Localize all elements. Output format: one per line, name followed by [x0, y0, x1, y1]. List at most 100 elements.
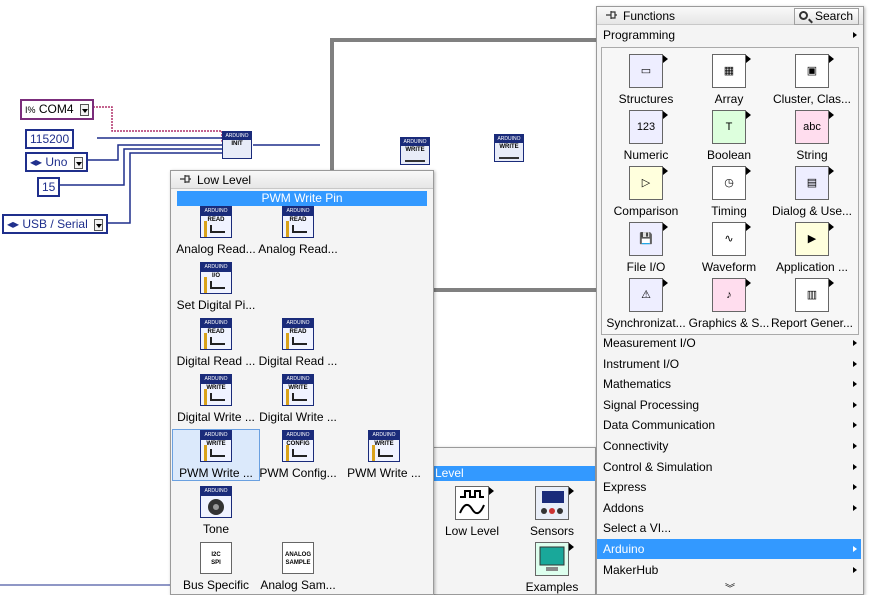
palette-item-low-level[interactable]: Low Level — [429, 486, 515, 538]
chevron-right-icon — [853, 484, 857, 491]
search-button[interactable]: Search — [793, 8, 859, 25]
functions-palette-header: Functions Search — [597, 7, 863, 25]
low-level-item-label: Digital Read ... — [176, 354, 256, 368]
pwm-write-vi[interactable]: ARDUINO WRITE — [400, 137, 430, 165]
low-level-item[interactable]: ARDUINO WRITE Digital Write ... — [173, 374, 259, 424]
function-tile[interactable]: ▤ Dialog & Use... — [769, 166, 855, 218]
pwm-write-vi-label: WRITE — [405, 147, 425, 153]
low-level-item[interactable]: ARDUINO WRITE Digital Write ... — [255, 374, 341, 424]
connection-type-value: USB / Serial — [22, 217, 88, 231]
menu-item-select-a-vi[interactable]: Select a VI... — [597, 518, 861, 538]
structures-icon: ▭ — [629, 54, 668, 88]
sensors-icon — [535, 486, 574, 520]
low-level-item[interactable]: ARDUINO WRITE PWM Write ... — [341, 430, 427, 480]
palette-item-examples[interactable]: Examples — [509, 542, 595, 594]
menu-item-makerhub[interactable]: MakerHub — [597, 560, 861, 580]
menu-item-signal-processing[interactable]: Signal Processing — [597, 395, 861, 415]
low-level-item[interactable]: ARDUINO Tone — [173, 486, 259, 536]
function-tile[interactable]: 123 Numeric — [603, 110, 689, 162]
submenu-arrow-icon — [663, 167, 668, 175]
chevron-right-icon — [853, 504, 857, 511]
function-tile[interactable]: T Boolean — [686, 110, 772, 162]
menu-item-label: Measurement I/O — [603, 336, 696, 350]
menu-item-connectivity[interactable]: Connectivity — [597, 436, 861, 456]
low-level-item[interactable]: I2C SPI Bus Specific — [173, 542, 259, 592]
function-tile[interactable]: ◷ Timing — [686, 166, 772, 218]
tone-speaker-icon: ARDUINO — [200, 486, 232, 518]
menu-item-data-communication[interactable]: Data Communication — [597, 415, 861, 435]
more-chevron-icon[interactable]: ︾ — [597, 580, 863, 595]
bytes-per-packet-control[interactable]: 15 — [37, 177, 61, 197]
numeric-icon: 123 — [629, 110, 668, 144]
menu-item-measurement-i-o[interactable]: Measurement I/O — [597, 333, 861, 353]
chevron-down-icon[interactable] — [79, 103, 89, 116]
function-tile[interactable]: ▶ Application ... — [769, 222, 855, 274]
low-level-palette-title: Low Level — [197, 173, 252, 187]
function-tile[interactable]: ▥ Report Gener... — [769, 278, 855, 330]
low-level-item[interactable]: ARDUINO READ Digital Read ... — [173, 318, 259, 368]
low-level-item[interactable]: ARDUINO READ Analog Read... — [173, 206, 259, 256]
chevron-down-icon[interactable] — [94, 218, 104, 231]
category-label: Programming — [603, 28, 676, 42]
thumbtack-icon[interactable] — [605, 10, 618, 21]
menu-item-label: Arduino — [603, 542, 645, 556]
init-vi[interactable]: ARDUINO INIT — [222, 131, 252, 159]
write-vi-icon: ARDUINO WRITE — [200, 374, 232, 406]
chevron-down-icon[interactable] — [73, 156, 83, 169]
low-level-item[interactable]: ARDUINO READ Digital Read ... — [255, 318, 341, 368]
function-tile[interactable]: 💾 File I/O — [603, 222, 689, 274]
submenu-arrow-icon — [829, 279, 834, 287]
submenu-arrow-icon — [746, 111, 751, 119]
chevron-right-icon — [853, 401, 857, 408]
read-vi-icon: ARDUINO READ — [200, 318, 232, 350]
function-tile-label: Array — [714, 92, 744, 106]
chevron-right-icon — [853, 566, 857, 573]
menu-item-control-simulation[interactable]: Control & Simulation — [597, 457, 861, 477]
function-tile[interactable]: ∿ Waveform — [686, 222, 772, 274]
function-tile[interactable]: ⚠ Synchronizat... — [603, 278, 689, 330]
connection-type-control[interactable]: ◂▸ USB / Serial — [2, 214, 109, 234]
waveform-icon: ∿ — [712, 222, 751, 256]
menu-item-addons[interactable]: Addons — [597, 498, 861, 518]
low-level-item[interactable]: ANALOG SAMPLE Analog Sam... — [255, 542, 341, 592]
pwm-wave-icon — [405, 154, 425, 162]
baud-rate-control[interactable]: 115200 — [25, 129, 75, 149]
function-tile[interactable]: ▦ Array — [686, 54, 772, 106]
board-type-control[interactable]: ◂▸ Uno — [25, 152, 88, 172]
low-level-item[interactable]: ARDUINO I/O Set Digital Pi... — [173, 262, 259, 312]
function-tile-label: String — [796, 148, 828, 162]
menu-item-express[interactable]: Express — [597, 477, 861, 497]
menu-item-mathematics[interactable]: Mathematics — [597, 374, 861, 394]
menu-item-instrument-i-o[interactable]: Instrument I/O — [597, 354, 861, 374]
graphics-icon: ♪ — [712, 278, 751, 312]
com-port-control[interactable]: I% COM4 — [20, 99, 94, 120]
function-tile[interactable]: abc String — [769, 110, 855, 162]
low-level-item-label: PWM Config... — [259, 466, 337, 480]
write-vi-icon: ARDUINO WRITE — [200, 430, 232, 462]
category-programming[interactable]: Programming — [597, 25, 861, 45]
chevron-right-icon — [853, 422, 857, 429]
pwm-write-vi-2[interactable]: ARDUINO WRITE — [494, 134, 524, 162]
menu-item-label: Signal Processing — [603, 397, 700, 412]
block-diagram-canvas[interactable]: I% COM4 115200 ◂▸ Uno 15 ◂▸ USB / Serial… — [0, 0, 878, 595]
chevron-right-icon — [853, 443, 857, 449]
low-level-item[interactable]: ARDUINO WRITE PWM Write ... — [172, 429, 260, 481]
function-tile[interactable]: ▣ Cluster, Clas... — [769, 54, 855, 106]
function-tile[interactable]: ▷ Comparison — [603, 166, 689, 218]
menu-item-arduino[interactable]: Arduino — [597, 539, 861, 559]
hovered-item-name: PWM Write Pin — [177, 191, 427, 206]
submenu-arrow-icon — [746, 167, 751, 175]
thumbtack-icon[interactable] — [179, 174, 192, 185]
comparison-icon: ▷ — [629, 166, 668, 200]
low-level-palette[interactable]: Low Level PWM Write Pin ARDUINO READ Analo… — [170, 170, 434, 595]
palette-item-sensors[interactable]: Sensors — [509, 486, 595, 538]
low-level-item[interactable]: ARDUINO CONFIG PWM Config... — [255, 430, 341, 480]
menu-item-label: MakerHub — [603, 562, 659, 577]
function-tile[interactable]: ♪ Graphics & S... — [686, 278, 772, 330]
read-vi-icon: ARDUINO READ — [200, 206, 232, 238]
functions-palette[interactable]: Functions Search Programming ▭ Structures… — [596, 6, 864, 595]
low-level-item[interactable]: ARDUINO READ Analog Read... — [255, 206, 341, 256]
arduino-palette[interactable]: Level Low Level Sensors Examples — [432, 447, 596, 595]
function-tile[interactable]: ▭ Structures — [603, 54, 689, 106]
menu-item-label: Instrument I/O — [603, 356, 680, 371]
